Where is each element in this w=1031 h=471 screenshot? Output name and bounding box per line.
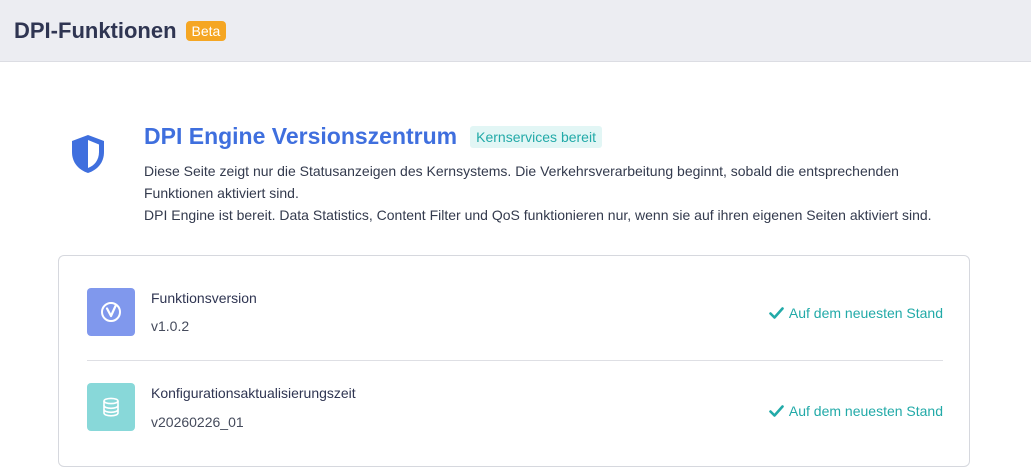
version-value: v1.0.2 (151, 318, 190, 334)
version-card: Funktionsversion v1.0.2 Auf dem neuesten… (58, 255, 970, 467)
list-item: Funktionsversion v1.0.2 Auf dem neuesten… (87, 264, 943, 361)
version-center-title: DPI Engine Versionszentrum (144, 123, 458, 149)
version-check-icon (87, 288, 135, 336)
status-badge: Auf dem neuesten Stand (769, 305, 943, 321)
list-item: Konfigurationsaktualisierungszeit v20260… (87, 361, 943, 457)
page-title: DPI-Funktionen (14, 17, 177, 43)
shield-icon (72, 135, 104, 173)
top-bar: DPI-Funktionen Beta (0, 0, 1031, 62)
beta-badge: Beta (185, 20, 227, 41)
config-update-value: v20260226_01 (151, 414, 244, 430)
database-icon (87, 383, 135, 431)
status-badge: Auf dem neuesten Stand (769, 403, 943, 419)
version-center-description: Diese Seite zeigt nur die Statusanzeigen… (144, 160, 964, 226)
description-line-1: Diese Seite zeigt nur die Statusanzeigen… (144, 163, 899, 201)
core-services-status-badge: Kernservices bereit (470, 125, 602, 148)
status-text: Auf dem neuesten Stand (788, 305, 943, 321)
check-icon (769, 405, 784, 417)
description-line-2: DPI Engine ist bereit. Data Statistics, … (144, 207, 932, 223)
config-update-label: Konfigurationsaktualisierungszeit (151, 385, 356, 401)
version-label: Funktionsversion (151, 290, 257, 306)
status-text: Auf dem neuesten Stand (788, 403, 943, 419)
hero-title-row: DPI Engine Versionszentrum Kernservices … (144, 123, 602, 150)
check-icon (769, 307, 784, 319)
